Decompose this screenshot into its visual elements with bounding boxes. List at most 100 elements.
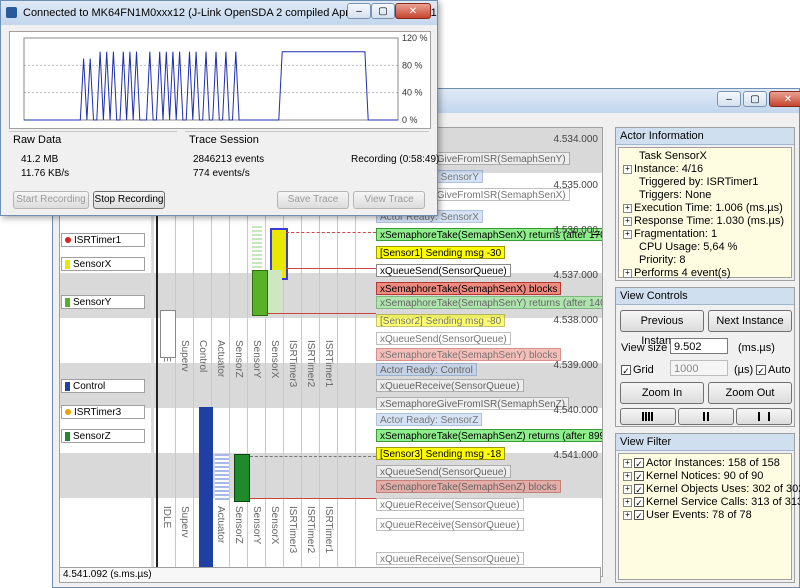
expand-icon[interactable]: + — [623, 229, 632, 239]
actor-label[interactable]: ISRTimer3 — [61, 405, 145, 419]
expand-icon[interactable]: + — [623, 216, 632, 226]
view-size-input[interactable]: 9.502 — [670, 338, 728, 354]
column-label: Actuator — [215, 506, 226, 544]
filter-item[interactable]: + ✓ Kernel Service Calls: 313 of 313 — [623, 496, 800, 508]
column-label: Superv — [179, 340, 190, 372]
checkbox-checked-icon[interactable]: ✓ — [756, 365, 766, 376]
actor-information-panel: Actor Information Task SensorX + Instance… — [615, 127, 795, 281]
expand-icon[interactable]: + — [623, 203, 632, 213]
column-label: Control — [197, 340, 208, 373]
medium-view-button[interactable] — [678, 408, 734, 425]
checkbox-checked-icon[interactable]: ✓ — [621, 365, 631, 376]
info-triggers: Triggers: None — [639, 189, 712, 201]
trace-event[interactable]: xQueueReceive(SensorQueue) — [376, 518, 524, 531]
minimize-button[interactable]: – — [717, 91, 741, 107]
trace-event[interactable]: [Sensor2] Sending msg -80 — [376, 314, 506, 327]
grid-input[interactable]: 1000 — [670, 360, 728, 376]
info-task: Task SensorX — [639, 150, 707, 162]
checkbox-checked-icon[interactable]: ✓ — [634, 484, 644, 495]
close-button[interactable]: ✕ — [395, 3, 431, 19]
filter-item-label: Kernel Service Calls: 313 of 313 — [646, 496, 800, 508]
status-bar: 4.541.092 (s.ms.µs) — [59, 567, 601, 583]
trace-event[interactable]: [Sensor1] Sending msg -30 — [376, 246, 506, 259]
raw-data-size: 41.2 MB — [21, 154, 59, 165]
info-execution-time[interactable]: + Execution Time: 1.006 (ms.µs) — [623, 202, 783, 214]
info-response-time[interactable]: + Response Time: 1.030 (ms.µs) — [623, 215, 784, 227]
trace-event[interactable]: Actor Ready: Control — [376, 363, 477, 376]
trace-event[interactable]: xQueueReceive(SensorQueue) — [376, 379, 524, 392]
panel-header: View Filter — [616, 434, 794, 451]
red-dot-icon — [65, 237, 71, 244]
actor-label[interactable]: SensorX — [61, 257, 145, 271]
medium-view-icon — [703, 412, 709, 421]
trace-event[interactable]: xQueueSend(SensorQueue) — [376, 465, 511, 478]
control-execution-bar[interactable] — [199, 407, 213, 576]
trace-session-label: Trace Session — [189, 134, 259, 146]
dense-view-button[interactable] — [620, 408, 676, 425]
time-tick-label: 4.541.000 — [553, 450, 599, 461]
save-trace-button[interactable]: Save Trace — [277, 191, 349, 209]
maximize-button[interactable]: ▢ — [371, 3, 395, 19]
grid-checkbox[interactable]: ✓ Grid — [621, 364, 654, 376]
cpu-load-series — [24, 51, 398, 121]
checkbox-checked-icon[interactable]: ✓ — [634, 471, 644, 482]
auto-checkbox[interactable]: ✓ Auto — [756, 364, 791, 376]
expand-icon[interactable]: + — [623, 458, 632, 468]
trace-event[interactable]: xQueueSend(SensorQueue) — [376, 264, 511, 277]
info-performs[interactable]: + Performs 4 event(s) — [623, 267, 731, 279]
sparse-view-button[interactable] — [736, 408, 792, 425]
checkbox-checked-icon[interactable]: ✓ — [634, 510, 644, 521]
zoom-in-button[interactable]: Zoom In — [620, 382, 704, 404]
filter-item[interactable]: + ✓ Kernel Notices: 90 of 90 — [623, 470, 763, 482]
close-button[interactable]: ✕ — [769, 91, 800, 107]
maximize-button[interactable]: ▢ — [743, 91, 767, 107]
start-recording-button[interactable]: Start Recording — [13, 191, 89, 209]
trace-event[interactable]: xQueueReceive(SensorQueue) — [376, 552, 524, 565]
trace-session-group: Trace Session 2846213 events 774 events/… — [185, 131, 439, 188]
expand-icon[interactable]: + — [623, 268, 632, 278]
actor-name: ISRTimer1 — [74, 235, 122, 246]
column-label: ISRTimer3 — [287, 506, 298, 554]
previous-instance-button[interactable]: Previous Instance — [620, 310, 704, 347]
actor-info-tree: Task SensorX + Instance: 4/16 Triggered b… — [618, 147, 792, 279]
minimize-button[interactable]: – — [347, 3, 371, 19]
actor-name: SensorX — [73, 259, 112, 270]
actor-label[interactable]: SensorY — [61, 295, 145, 309]
stop-recording-button[interactable]: Stop Recording — [93, 191, 165, 209]
view-controls-panel: View Controls Previous Instance Next Ins… — [615, 287, 795, 427]
checkbox-checked-icon[interactable]: ✓ — [634, 497, 644, 508]
sensorz-execution-bar[interactable] — [234, 454, 250, 502]
orange-dot-icon — [65, 409, 71, 416]
info-instance[interactable]: + Instance: 4/16 — [623, 163, 703, 175]
trace-event[interactable]: [Sensor3] Sending msg -18 — [376, 447, 506, 460]
expand-icon[interactable]: + — [623, 164, 632, 174]
filter-item[interactable]: + ✓ User Events: 78 of 78 — [623, 509, 752, 521]
next-instance-button[interactable]: Next Instance — [708, 310, 792, 332]
sensory-execution-bar[interactable] — [252, 270, 268, 316]
trace-event[interactable]: xQueueReceive(SensorQueue) — [376, 498, 524, 511]
green-square-icon — [65, 431, 70, 441]
raw-data-rate: 11.76 KB/s — [21, 168, 70, 179]
dense-view-icon — [642, 412, 654, 421]
expand-icon[interactable]: + — [623, 484, 632, 494]
blue-square-icon — [65, 381, 70, 391]
expand-icon[interactable]: + — [623, 471, 632, 481]
expand-icon[interactable]: + — [623, 510, 632, 520]
trace-event[interactable]: xQueueSend(SensorQueue) — [376, 332, 511, 345]
connector-line — [268, 313, 376, 314]
expand-icon[interactable]: + — [623, 497, 632, 507]
sparse-view-icon — [758, 412, 770, 421]
column-label: SensorZ — [233, 340, 244, 378]
filter-item[interactable]: + ✓ Actor Instances: 158 of 158 — [623, 457, 780, 469]
actor-name: Control — [73, 381, 106, 392]
actor-label[interactable]: SensorZ — [61, 429, 145, 443]
info-fragmentation[interactable]: + Fragmentation: 1 — [623, 228, 717, 240]
checkbox-checked-icon[interactable]: ✓ — [634, 458, 644, 469]
view-trace-button[interactable]: View Trace — [353, 191, 425, 209]
actor-label[interactable]: ISRTimer1 — [61, 233, 145, 247]
zoom-out-button[interactable]: Zoom Out — [708, 382, 792, 404]
actor-label[interactable]: Control — [61, 379, 145, 393]
trace-event[interactable]: Actor Ready: SensorZ — [376, 413, 483, 426]
filter-item[interactable]: + ✓ Kernel Objects Uses: 302 of 302 — [623, 483, 800, 495]
panel-header: Actor Information — [616, 128, 794, 145]
